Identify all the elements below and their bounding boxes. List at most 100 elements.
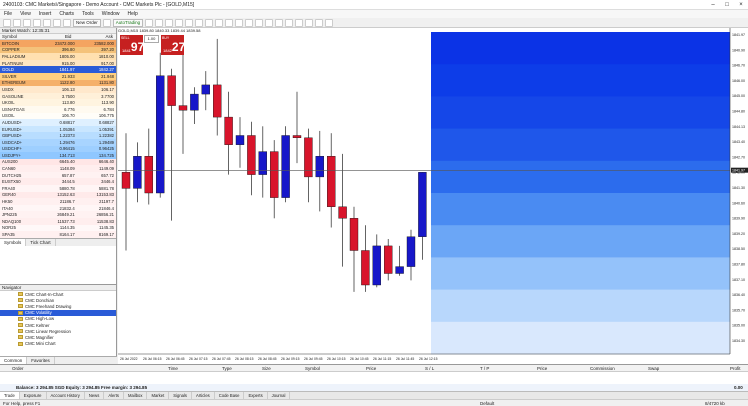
market-watch-row[interactable]: SILVER 21.933 21.948 (0, 72, 116, 80)
templates-icon[interactable] (245, 18, 254, 27)
new-chart-icon[interactable] (3, 18, 11, 27)
tab-journal[interactable]: Journal (268, 392, 291, 399)
market-watch-row[interactable]: NDAQ100 11537.73 11538.83 (0, 218, 116, 225)
market-watch-row[interactable]: GER40 13152.63 13153.83 (0, 191, 116, 199)
metaeditor-icon[interactable] (102, 18, 111, 27)
market-watch-row[interactable]: FRA40 5880.78 5881.78 (0, 185, 116, 192)
col-swap[interactable]: Swap (648, 366, 659, 371)
menu-insert[interactable]: Insert (35, 11, 56, 17)
maximize-icon[interactable]: □ (720, 2, 734, 8)
tab-exposure[interactable]: Exposure (20, 392, 47, 399)
tab-common[interactable]: Common (0, 357, 28, 364)
market-watch-row[interactable]: EURUSD+ 1.05384 1.05391 (0, 125, 116, 133)
trendline-icon[interactable] (285, 18, 294, 27)
navigator-icon[interactable] (43, 18, 51, 27)
vertical-line-icon[interactable] (265, 18, 274, 27)
crosshair-icon[interactable] (255, 18, 264, 27)
market-watch-row[interactable]: EUSTX50 3444.5 3446.4 (0, 178, 116, 186)
menu-window[interactable]: Window (98, 11, 124, 17)
profiles-icon[interactable] (13, 18, 21, 27)
column-symbol[interactable]: Symbol (0, 34, 36, 39)
market-watch-row[interactable]: COPPER 396.80 397.20 (0, 46, 116, 54)
col-commission[interactable]: Commission (590, 366, 615, 371)
market-watch-row[interactable]: ETHEREUM 1122.80 1131.80 (0, 79, 116, 87)
candlestick-chart[interactable]: 1841.97 1840.90 1846.70 1846.00 1845.00 1844.… (118, 28, 748, 364)
tab-articles[interactable]: Articles (192, 392, 215, 399)
zoom-out-icon[interactable] (185, 18, 194, 27)
menu-view[interactable]: View (16, 11, 35, 17)
market-watch-row[interactable]: AUDUSD+ 0.68817 0.68827 (0, 119, 116, 126)
new-order-button[interactable]: New Order (73, 18, 101, 27)
lot-size-input[interactable]: 1.00 (144, 35, 159, 43)
market-watch-row[interactable]: PALLADIUM 1805.00 1810.00 (0, 53, 116, 60)
market-watch-row[interactable]: SPA35 8164.17 8169.17 (0, 231, 116, 238)
market-watch-row[interactable]: USDX 106.13 106.17 (0, 86, 116, 93)
market-watch-icon[interactable] (23, 18, 31, 27)
label-icon[interactable] (325, 18, 334, 27)
tab-favorites[interactable]: Favorites (27, 357, 55, 364)
col-size[interactable]: Size (262, 366, 271, 371)
tab-alerts[interactable]: Alerts (104, 392, 125, 399)
market-watch-row[interactable]: USNATGAS 6.776 6.784 (0, 105, 116, 113)
data-window-icon[interactable] (33, 18, 41, 27)
market-watch-row[interactable]: GASOLINE 3.7500 3.7700 (0, 92, 116, 100)
menu-help[interactable]: Help (124, 11, 142, 17)
market-watch-row[interactable]: NOR25 1144.35 1145.35 (0, 224, 116, 232)
tab-mailbox[interactable]: Mailbox (124, 392, 148, 399)
column-bid[interactable]: Bid (36, 34, 78, 39)
market-watch-row[interactable]: AUS200 6645.40 6646.40 (0, 158, 116, 166)
horizontal-line-icon[interactable] (275, 18, 284, 27)
text-icon[interactable] (315, 18, 324, 27)
tab-account-history[interactable]: Account History (47, 392, 85, 399)
market-watch-row[interactable]: UKOIL 113.80 113.90 (0, 99, 116, 106)
periods-icon[interactable] (235, 18, 244, 27)
col-price[interactable]: Price (366, 366, 376, 371)
col-order[interactable]: Order (12, 366, 24, 371)
market-watch-row[interactable]: CAN60 1148.09 1149.09 (0, 165, 116, 172)
menu-charts[interactable]: Charts (55, 11, 78, 17)
tab-code-base[interactable]: Code Base (215, 392, 245, 399)
indicators-icon[interactable] (225, 18, 234, 27)
close-icon[interactable]: × (734, 2, 748, 8)
col-sl[interactable]: S / L (425, 366, 434, 371)
fibonacci-icon[interactable] (305, 18, 314, 27)
tile-windows-icon[interactable] (195, 18, 204, 27)
col-symbol[interactable]: Symbol (305, 366, 320, 371)
zoom-in-icon[interactable] (175, 18, 184, 27)
col-current-price[interactable]: Price (537, 366, 547, 371)
menu-file[interactable]: File (0, 11, 16, 17)
market-watch-row[interactable]: BITCOIN 23472.000 23582.000 (0, 40, 116, 47)
tab-market[interactable]: Market (147, 392, 170, 399)
terminal-icon[interactable] (53, 18, 61, 27)
tab-signals[interactable]: Signals (169, 392, 193, 399)
bar-chart-icon[interactable] (145, 18, 154, 27)
candlestick-icon[interactable] (155, 18, 164, 27)
line-chart-icon[interactable] (165, 18, 174, 27)
column-ask[interactable]: Ask (77, 34, 116, 39)
buy-button[interactable]: BUY 1842 27 (161, 35, 185, 55)
tab-experts[interactable]: Experts (244, 392, 268, 399)
sell-button[interactable]: SELL 1841 97 (120, 35, 144, 55)
col-type[interactable]: Type (222, 366, 232, 371)
market-watch-row[interactable]: GBPUSD+ 1.22373 1.22382 (0, 132, 116, 139)
market-watch-row[interactable]: USOIL 106.70 106.775 (0, 112, 116, 120)
market-watch-row[interactable]: GOLD 1841.97 1842.27 (0, 66, 116, 73)
market-watch-row[interactable]: HK50 21186.7 21197.7 (0, 198, 116, 205)
autotrading-button[interactable]: AutoTrading (112, 18, 144, 27)
tester-icon[interactable] (63, 18, 71, 27)
minimize-icon[interactable]: – (706, 2, 720, 8)
navigator-item[interactable]: CMC Mini Chart (0, 341, 116, 347)
market-watch-row[interactable]: ITA40 21832.4 21846.4 (0, 204, 116, 212)
chart-shift-icon[interactable] (215, 18, 224, 27)
tab-news[interactable]: News (85, 392, 105, 399)
tab-tick-chart[interactable]: Tick Chart (26, 238, 56, 246)
channel-icon[interactable] (295, 18, 304, 27)
tab-trade[interactable]: Trade (0, 392, 20, 399)
market-watch-row[interactable]: USDCHF+ 0.96415 0.96425 (0, 145, 116, 153)
market-watch-row[interactable]: JPN225 26849.21 26856.21 (0, 211, 116, 219)
tab-symbols[interactable]: Symbols (0, 238, 27, 246)
col-time[interactable]: Time (168, 366, 178, 371)
market-watch-row[interactable]: USDCAD+ 1.29476 1.29489 (0, 138, 116, 146)
col-profit[interactable]: Profit (730, 366, 741, 371)
market-watch-row[interactable]: USDJPY+ 134.713 134.725 (0, 152, 116, 159)
